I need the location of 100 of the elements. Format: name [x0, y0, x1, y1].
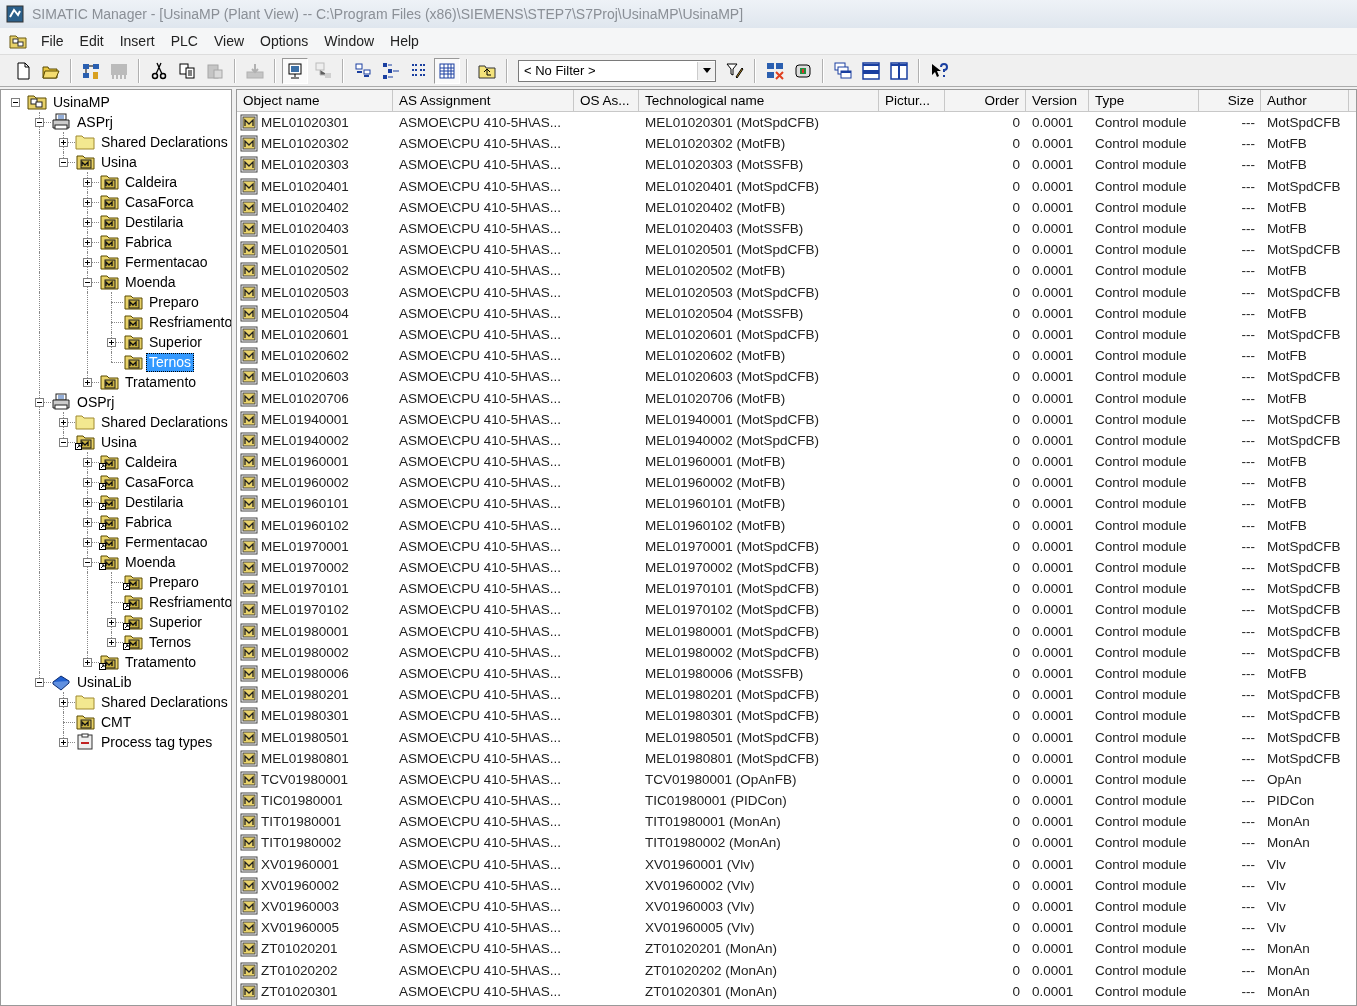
tree-item[interactable]: Usina	[98, 152, 140, 172]
expand-toggle[interactable]	[83, 658, 92, 667]
expand-toggle[interactable]	[83, 378, 92, 387]
tree-item[interactable]: Destilaria	[122, 212, 187, 232]
tree-item[interactable]: Fermentacao	[122, 252, 211, 272]
expand-toggle[interactable]	[107, 338, 116, 347]
tree-item[interactable]: Superior	[146, 332, 205, 352]
module-icon	[240, 749, 258, 767]
expand-toggle[interactable]	[59, 158, 68, 167]
tree-item[interactable]: Caldeira	[122, 452, 181, 472]
type-cell: Control module	[1095, 284, 1187, 300]
expand-toggle[interactable]	[107, 638, 116, 647]
tree-item[interactable]: UsinaLib	[74, 672, 135, 692]
tree-item[interactable]: Shared Declarations	[98, 132, 231, 152]
author-cell: MotSpdCFB	[1267, 284, 1341, 300]
expand-toggle[interactable]	[59, 418, 68, 427]
filter-dropdown[interactable]: < No Filter >	[518, 59, 716, 82]
expand-toggle[interactable]	[107, 618, 116, 627]
expand-toggle[interactable]	[83, 478, 92, 487]
tree-item[interactable]: Superior	[146, 612, 205, 632]
expand-toggle[interactable]	[83, 218, 92, 227]
expand-toggle[interactable]	[35, 678, 44, 687]
menu-item[interactable]: Help	[382, 31, 427, 51]
expand-toggle[interactable]	[83, 278, 92, 287]
expand-toggle[interactable]	[83, 458, 92, 467]
version-cell: 0.0001	[1032, 517, 1074, 533]
expand-toggle[interactable]	[35, 398, 44, 407]
type-cell: Control module	[1095, 941, 1187, 957]
menu-item[interactable]: File	[33, 31, 72, 51]
version-cell: 0.0001	[1032, 390, 1074, 406]
column-header[interactable]: Technological name	[639, 90, 879, 112]
expand-toggle[interactable]	[83, 518, 92, 527]
column-header[interactable]: Pictur...	[879, 90, 945, 112]
tree-item[interactable]: Resfriamento	[146, 312, 231, 332]
column-header[interactable]: Author	[1261, 90, 1349, 112]
version-cell: 0.0001	[1032, 856, 1074, 872]
menu-item[interactable]: Insert	[111, 31, 163, 51]
column-header[interactable]: Order	[945, 90, 1026, 112]
expand-toggle[interactable]	[59, 438, 68, 447]
column-header[interactable]: OS As...	[574, 90, 639, 112]
tree-item[interactable]: UsinaMP	[50, 92, 113, 112]
menu-item[interactable]: Edit	[71, 31, 112, 51]
technological-name-cell: MEL01980002 (MotSpdCFB)	[645, 644, 820, 660]
menu-item[interactable]: View	[205, 31, 253, 51]
expand-toggle[interactable]	[83, 258, 92, 267]
technological-name-cell: MEL01960001 (MotFB)	[645, 454, 786, 470]
expand-toggle[interactable]	[59, 698, 68, 707]
project-folder-icon[interactable]	[9, 33, 27, 49]
tree-item[interactable]: ASPrj	[74, 112, 116, 132]
expand-toggle[interactable]	[83, 178, 92, 187]
menu-item[interactable]: PLC	[162, 31, 206, 51]
tree-item[interactable]: Caldeira	[122, 172, 181, 192]
tree-item[interactable]: Resfriamento	[146, 592, 231, 612]
author-cell: MotFB	[1267, 221, 1307, 237]
menu-item[interactable]: Window	[316, 31, 383, 51]
expand-toggle[interactable]	[11, 98, 20, 107]
tree-item[interactable]: CasaForca	[122, 192, 197, 212]
tree-item[interactable]: CMT	[98, 712, 135, 732]
tree-item[interactable]: Moenda	[122, 552, 179, 572]
tree-item[interactable]: CasaForca	[122, 472, 197, 492]
tree-item[interactable]: Fabrica	[122, 512, 175, 532]
column-header[interactable]: Type	[1089, 90, 1199, 112]
column-header[interactable]: Object name	[237, 90, 393, 112]
tree-item[interactable]: Ternos	[146, 632, 195, 652]
column-header[interactable]: Version	[1026, 90, 1089, 112]
tree-item[interactable]: Fabrica	[122, 232, 175, 252]
tree-item[interactable]: Preparo	[146, 572, 202, 592]
expand-toggle[interactable]	[83, 498, 92, 507]
tree-item[interactable]: OSPrj	[74, 392, 118, 412]
menu-item[interactable]: Options	[252, 31, 317, 51]
as-assignment-cell: ASMOE\CPU 410-5H\AS...	[399, 517, 562, 533]
expand-toggle[interactable]	[83, 538, 92, 547]
column-header[interactable]: AS Assignment	[393, 90, 574, 112]
order-cell: 0	[1012, 920, 1020, 936]
tree-item[interactable]: Shared Declarations	[98, 412, 231, 432]
expand-toggle[interactable]	[83, 238, 92, 247]
tree-item[interactable]: Fermentacao	[122, 532, 211, 552]
technological-name-cell: MEL01020502 (MotFB)	[645, 263, 786, 279]
type-cell: Control module	[1095, 348, 1187, 364]
module-icon	[240, 241, 258, 259]
expand-toggle[interactable]	[35, 118, 44, 127]
expand-toggle[interactable]	[83, 198, 92, 207]
version-cell: 0.0001	[1032, 369, 1074, 385]
column-header[interactable]: Size	[1199, 90, 1261, 112]
tree-item[interactable]: Preparo	[146, 292, 202, 312]
tree-item[interactable]: Moenda	[122, 272, 179, 292]
tree-item[interactable]: Shared Declarations	[98, 692, 231, 712]
expand-toggle[interactable]	[83, 558, 92, 567]
author-cell: MotSpdCFB	[1267, 369, 1341, 385]
tree-item[interactable]: Tratamento	[122, 652, 200, 672]
tree-item[interactable]: Tratamento	[122, 372, 200, 392]
version-cell: 0.0001	[1032, 962, 1074, 978]
type-cell: Control module	[1095, 157, 1187, 173]
tree-item[interactable]: Process tag types	[98, 732, 216, 752]
tree-item[interactable]: Usina	[98, 432, 140, 452]
tree-item[interactable]: Destilaria	[122, 492, 187, 512]
author-cell: Vlv	[1267, 856, 1286, 872]
expand-toggle[interactable]	[59, 138, 68, 147]
as-assignment-cell: ASMOE\CPU 410-5H\AS...	[399, 687, 562, 703]
expand-toggle[interactable]	[59, 738, 68, 747]
